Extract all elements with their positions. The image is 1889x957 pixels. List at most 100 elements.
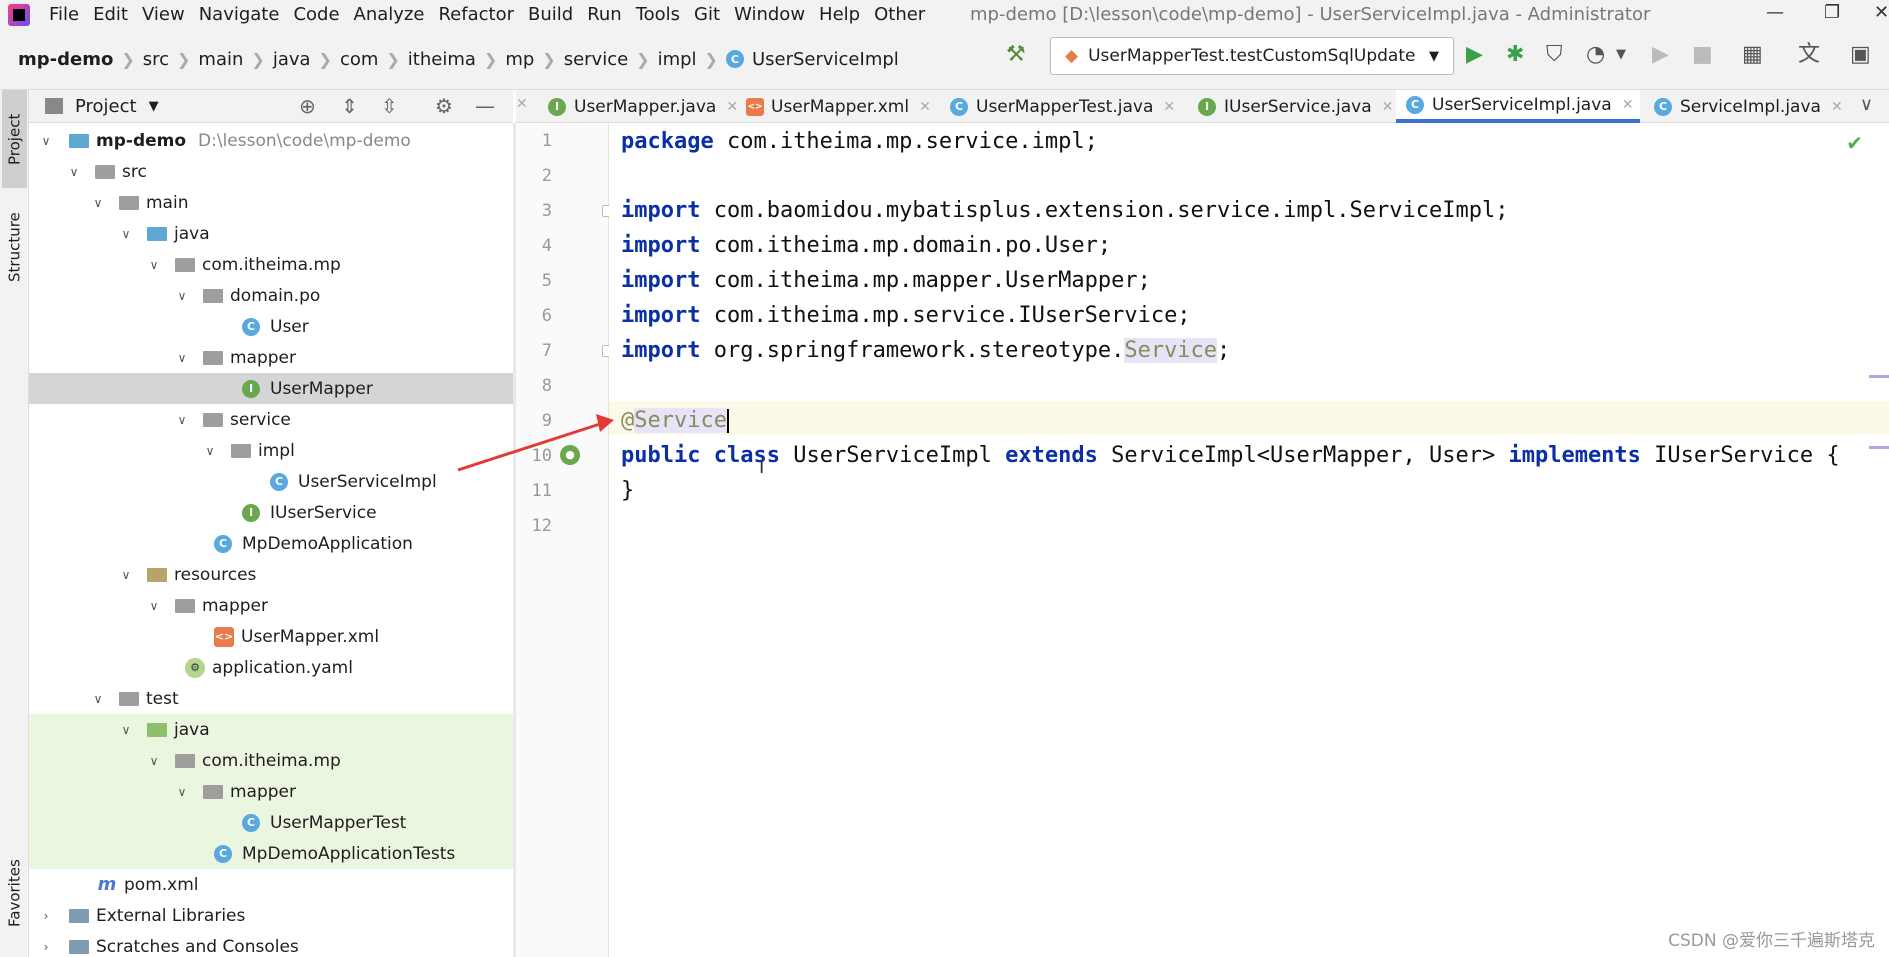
menu-help[interactable]: Help: [812, 0, 867, 29]
close-icon[interactable]: ✕: [1382, 99, 1394, 115]
tree-item[interactable]: C UserServiceImpl: [29, 466, 513, 497]
chevron-down-icon[interactable]: ∨: [173, 413, 191, 427]
tree-item[interactable]: m pom.xml: [29, 869, 513, 900]
menu-file[interactable]: File: [42, 0, 86, 29]
attach-icon[interactable]: ▶: [1652, 43, 1669, 67]
run-icon[interactable]: ▶: [1466, 43, 1483, 67]
menu-code[interactable]: Code: [286, 0, 346, 29]
breadcrumb-item[interactable]: mp: [505, 49, 534, 70]
chevron-down-icon[interactable]: ∨: [117, 568, 135, 582]
run-configuration-dropdown[interactable]: ◆ UserMapperTest.testCustomSqlUpdate ▼: [1050, 37, 1454, 75]
tree-item[interactable]: ∨ src: [29, 156, 513, 187]
breadcrumb-item[interactable]: main: [198, 49, 243, 70]
breadcrumb-item[interactable]: java: [273, 49, 311, 70]
menu-run[interactable]: Run: [580, 0, 629, 29]
tree-item[interactable]: › External Libraries: [29, 900, 513, 931]
tree-item[interactable]: C MpDemoApplicationTests: [29, 838, 513, 869]
structure-tool-tab[interactable]: Structure: [2, 194, 27, 300]
tree-item[interactable]: ∨ mapper: [29, 776, 513, 807]
breadcrumb-item[interactable]: com: [340, 49, 378, 70]
chevron-down-icon[interactable]: ∨: [89, 692, 107, 706]
chevron-right-icon[interactable]: ›: [37, 940, 55, 954]
minimize-icon[interactable]: —: [1766, 0, 1784, 26]
chevron-right-icon[interactable]: ›: [37, 909, 55, 923]
breadcrumb-item[interactable]: itheima: [408, 49, 476, 70]
tab-serviceimpl-java[interactable]: C ServiceImpl.java ✕: [1644, 90, 1844, 123]
tree-item[interactable]: C UserMapperTest: [29, 807, 513, 838]
code-editor[interactable]: package com.itheima.mp.service.impl; imp…: [609, 123, 1889, 957]
debug-icon[interactable]: ✱: [1506, 43, 1524, 67]
project-tool-tab[interactable]: Project: [2, 90, 27, 188]
locate-icon[interactable]: ⊕: [299, 94, 316, 118]
chevron-down-icon[interactable]: ∨: [173, 785, 191, 799]
menu-window[interactable]: Window: [727, 0, 812, 29]
breadcrumb-item[interactable]: UserServiceImpl: [752, 49, 899, 70]
tree-item[interactable]: ∨ java: [29, 714, 513, 745]
close-icon[interactable]: ✕: [1163, 99, 1175, 115]
tree-item[interactable]: › Scratches and Consoles: [29, 931, 513, 957]
close-icon[interactable]: ✕: [919, 99, 931, 115]
expand-all-icon[interactable]: ⇕: [341, 94, 358, 118]
tree-item[interactable]: ∨ com.itheima.mp: [29, 249, 513, 280]
tree-item[interactable]: ∨ mp-demo D:\lesson\code\mp-demo: [29, 125, 513, 156]
chevron-down-icon[interactable]: ∨: [173, 351, 191, 365]
tree-item[interactable]: ∨ com.itheima.mp: [29, 745, 513, 776]
tab-usermapper-java[interactable]: I UserMapper.java ✕: [538, 90, 738, 123]
tree-item[interactable]: ∨ mapper: [29, 342, 513, 373]
terminal-icon[interactable]: ▣: [1850, 43, 1871, 67]
tree-item[interactable]: C User: [29, 311, 513, 342]
chevron-down-icon[interactable]: ∨: [145, 599, 163, 613]
menu-refactor[interactable]: Refactor: [431, 0, 521, 29]
breadcrumb-item[interactable]: impl: [658, 49, 697, 70]
settings-gear-icon[interactable]: ⚙: [435, 94, 453, 118]
tab-iuserservice-java[interactable]: I IUserService.java ✕: [1188, 90, 1393, 123]
chevron-down-icon[interactable]: ∨: [201, 444, 219, 458]
tree-item[interactable]: ∨ mapper: [29, 590, 513, 621]
tree-item[interactable]: I UserMapper: [29, 373, 513, 404]
build-hammer-icon[interactable]: ⚒: [1006, 43, 1026, 67]
breadcrumb-item[interactable]: src: [143, 49, 169, 70]
chevron-down-icon[interactable]: ▼: [1616, 43, 1626, 67]
chevron-down-icon[interactable]: ∨: [173, 289, 191, 303]
menu-build[interactable]: Build: [521, 0, 580, 29]
chevron-down-icon[interactable]: ∨: [117, 227, 135, 241]
close-icon[interactable]: ✕: [516, 96, 528, 112]
chevron-down-icon[interactable]: ∨: [37, 134, 55, 148]
close-icon[interactable]: ✕: [1874, 0, 1889, 26]
menu-view[interactable]: View: [135, 0, 192, 29]
scrollbar-marker[interactable]: [1869, 375, 1889, 378]
scrollbar-marker[interactable]: [1869, 446, 1889, 449]
tree-item[interactable]: ⚙ application.yaml: [29, 652, 513, 683]
tree-item[interactable]: ∨ domain.po: [29, 280, 513, 311]
no-problems-check-icon[interactable]: ✔: [1846, 131, 1863, 155]
restore-icon[interactable]: ❐: [1824, 0, 1840, 26]
tree-item[interactable]: ∨ service: [29, 404, 513, 435]
tree-item[interactable]: ∨ resources: [29, 559, 513, 590]
coverage-icon[interactable]: ⛉: [1546, 43, 1563, 67]
project-view-label[interactable]: Project: [75, 96, 137, 117]
chevron-down-icon[interactable]: ∨: [1860, 94, 1873, 115]
chevron-down-icon[interactable]: ∨: [89, 196, 107, 210]
tree-item[interactable]: ∨ java: [29, 218, 513, 249]
chevron-down-icon[interactable]: ∨: [65, 165, 83, 179]
tree-item[interactable]: <> UserMapper.xml: [29, 621, 513, 652]
tree-item[interactable]: I IUserService: [29, 497, 513, 528]
chevron-down-icon[interactable]: ∨: [117, 723, 135, 737]
menu-navigate[interactable]: Navigate: [192, 0, 287, 29]
collapse-all-icon[interactable]: ⇳: [381, 94, 398, 118]
translate-icon[interactable]: 文: [1798, 43, 1820, 67]
close-icon[interactable]: ✕: [1622, 97, 1634, 113]
menu-git[interactable]: Git: [687, 0, 727, 29]
tree-item[interactable]: ∨ impl: [29, 435, 513, 466]
stop-icon[interactable]: ■: [1692, 43, 1713, 67]
menu-analyze[interactable]: Analyze: [347, 0, 432, 29]
menu-other[interactable]: Other: [867, 0, 932, 29]
breadcrumb-item[interactable]: mp-demo: [18, 49, 113, 70]
close-icon[interactable]: ✕: [1831, 99, 1843, 115]
chevron-down-icon[interactable]: ▼: [149, 99, 159, 114]
menu-edit[interactable]: Edit: [86, 0, 135, 29]
chevron-down-icon[interactable]: ∨: [145, 258, 163, 272]
profile-icon[interactable]: ◔: [1586, 43, 1605, 67]
favorites-tool-tab[interactable]: Favorites: [2, 838, 27, 948]
breadcrumb-item[interactable]: service: [564, 49, 628, 70]
